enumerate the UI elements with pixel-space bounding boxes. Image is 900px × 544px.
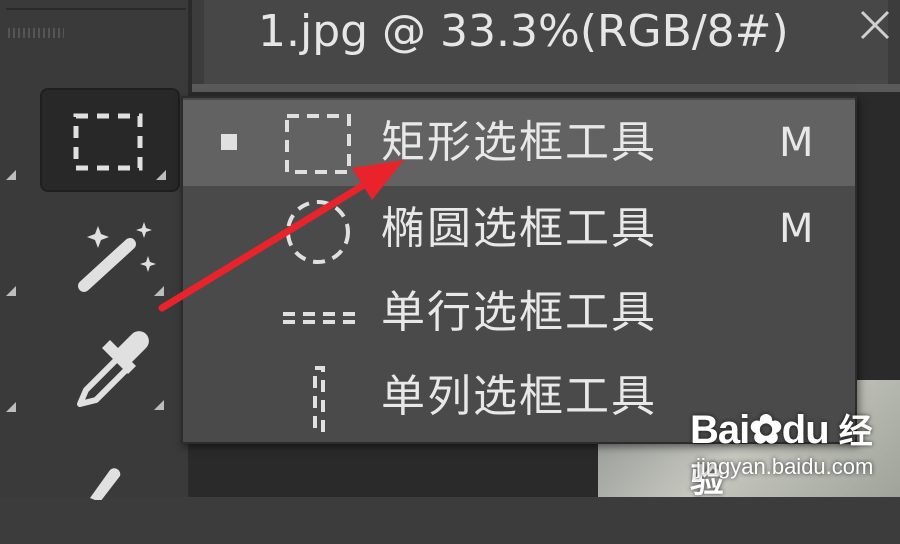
menu-item-label: 椭圆选框工具 [381, 203, 657, 254]
single-column-marquee-icon [313, 366, 325, 432]
panel-grip[interactable] [8, 28, 64, 38]
tool-group-corner-icon [6, 286, 16, 296]
document-title: 1.jpg @ 33.3%(RGB/8#) [258, 6, 789, 57]
tool-group-corner-icon [6, 402, 16, 412]
tool-group-corner-icon [156, 170, 166, 180]
elliptical-marquee-icon [286, 200, 350, 264]
menu-item-single-row-marquee[interactable]: 单行选框工具 [183, 270, 855, 356]
panel-top-border [6, 8, 186, 10]
ruler [192, 84, 900, 92]
selected-bullet-icon [221, 134, 237, 150]
baidu-jingyan-watermark: Bai✿du 经验 jingyan.baidu.com [690, 400, 900, 501]
tool-group-corner-icon [154, 286, 164, 296]
eyedropper-tool-button[interactable] [40, 316, 180, 420]
marquee-tool-flyout-menu: 矩形选框工具 M 椭圆选框工具 M 单行选框工具 单列选框工具 [181, 96, 857, 444]
tools-panel [0, 0, 192, 500]
menu-item-label: 单列选框工具 [381, 371, 657, 422]
paw-icon: ✿ [749, 408, 783, 452]
menu-item-label: 单行选框工具 [381, 287, 657, 338]
rectangular-marquee-icon [285, 114, 351, 174]
tool-group-corner-icon [154, 400, 164, 410]
menu-item-shortcut: M [779, 120, 814, 166]
menu-item-rectangular-marquee[interactable]: 矩形选框工具 M [183, 100, 855, 186]
close-icon[interactable] [854, 4, 896, 46]
menu-item-label: 矩形选框工具 [381, 117, 657, 168]
brush-icon [90, 468, 121, 500]
watermark-logo: Bai✿du 经验 [690, 408, 873, 501]
single-row-marquee-icon [281, 312, 357, 324]
magic-wand-tool-button[interactable] [40, 204, 180, 308]
brush-tool-button[interactable] [40, 440, 180, 544]
rectangular-marquee-tool-button[interactable] [40, 88, 180, 192]
tool-group-corner-icon [6, 170, 16, 180]
menu-item-shortcut: M [779, 206, 814, 252]
watermark-url: jingyan.baidu.com [696, 454, 874, 479]
menu-item-elliptical-marquee[interactable]: 椭圆选框工具 M [183, 186, 855, 272]
